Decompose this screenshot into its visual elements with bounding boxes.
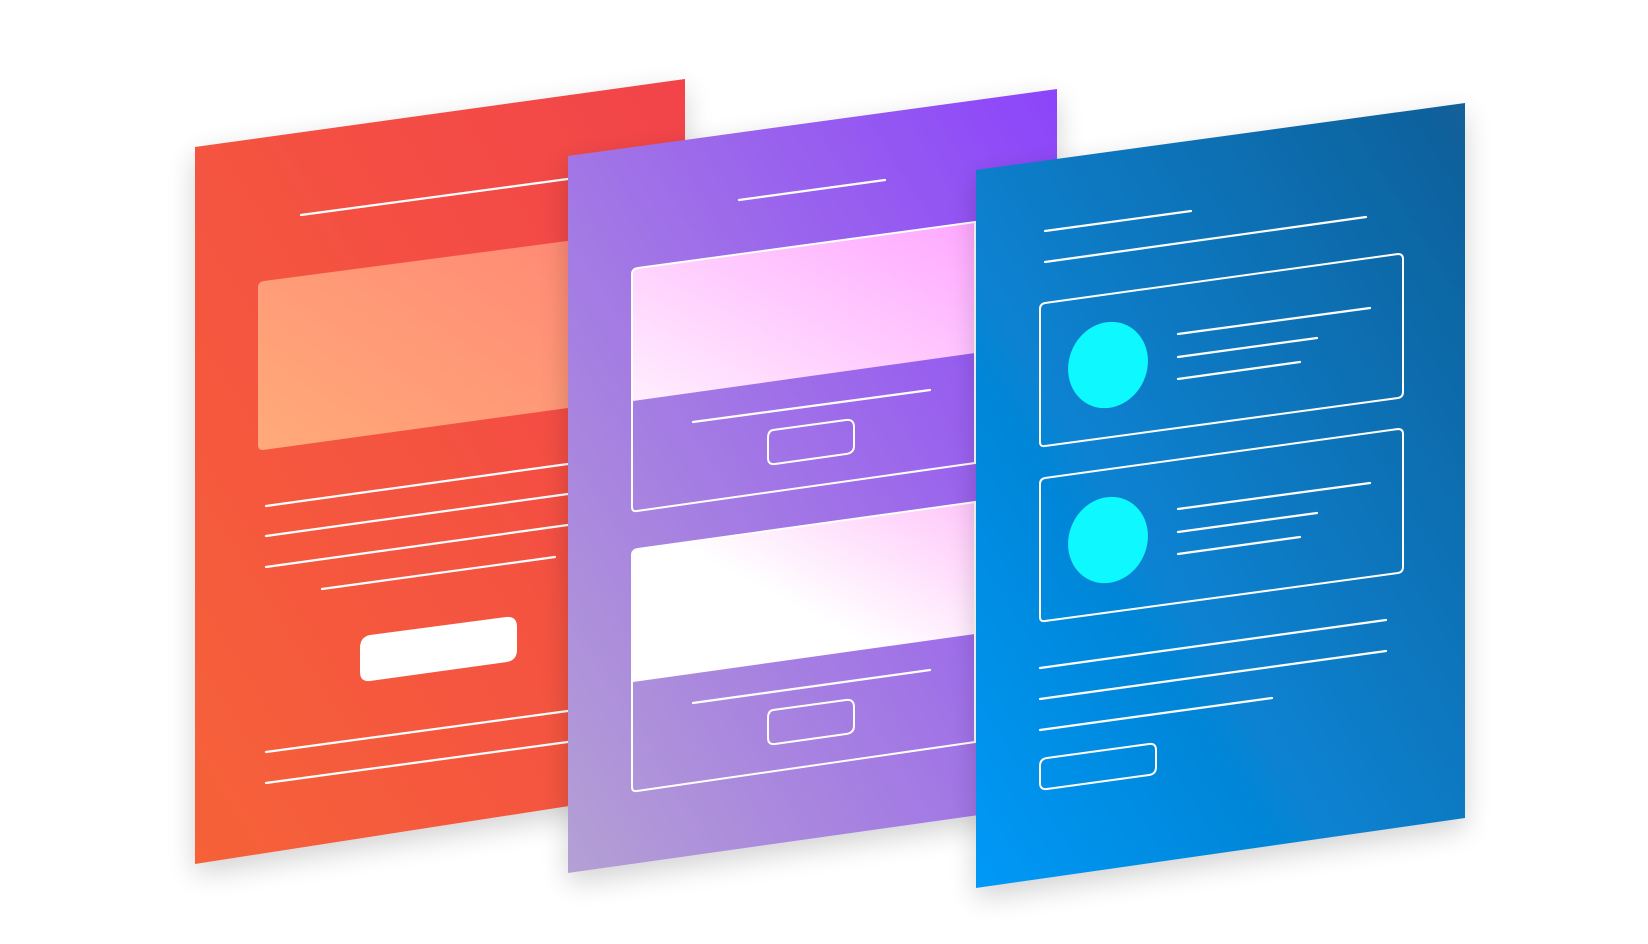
- blue-email-card: [976, 103, 1465, 888]
- email-templates-illustration: [195, 79, 1465, 888]
- blue-card-background: [976, 103, 1465, 888]
- illustration-canvas: [0, 0, 1648, 944]
